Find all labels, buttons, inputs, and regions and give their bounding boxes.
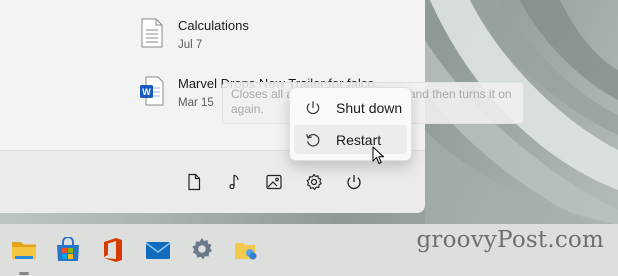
settings-icon[interactable] [189, 237, 215, 263]
documents-icon[interactable] [184, 172, 204, 192]
office-icon[interactable] [100, 237, 126, 263]
power-icon[interactable] [344, 172, 364, 192]
svg-text:W: W [142, 87, 151, 97]
running-app-indicator [19, 272, 29, 275]
restart-menu-item[interactable]: Restart [294, 125, 407, 154]
file-explorer-icon[interactable] [11, 237, 37, 263]
user-folder-icon[interactable] [233, 237, 259, 263]
settings-icon[interactable] [304, 172, 324, 192]
word-document-icon: W [140, 76, 164, 106]
recommended-item-title: Calculations [178, 18, 249, 33]
shut-down-label: Shut down [336, 99, 403, 116]
pictures-icon[interactable] [264, 172, 284, 192]
shut-down-menu-item[interactable]: Shut down [294, 93, 407, 122]
mail-icon[interactable] [145, 237, 171, 263]
power-options-menu: Shut down Restart [289, 87, 412, 161]
watermark: groovyPost.com [416, 227, 604, 253]
microsoft-store-icon[interactable] [55, 237, 81, 263]
start-footer-shortcuts [184, 172, 364, 192]
power-icon [303, 98, 323, 118]
restart-icon [303, 130, 323, 150]
text-document-icon [141, 18, 163, 48]
recommended-item[interactable]: Calculations Jul 7 [140, 18, 249, 53]
mouse-cursor-icon [372, 146, 384, 164]
recommended-item-date: Jul 7 [178, 39, 203, 51]
music-icon[interactable] [224, 172, 244, 192]
